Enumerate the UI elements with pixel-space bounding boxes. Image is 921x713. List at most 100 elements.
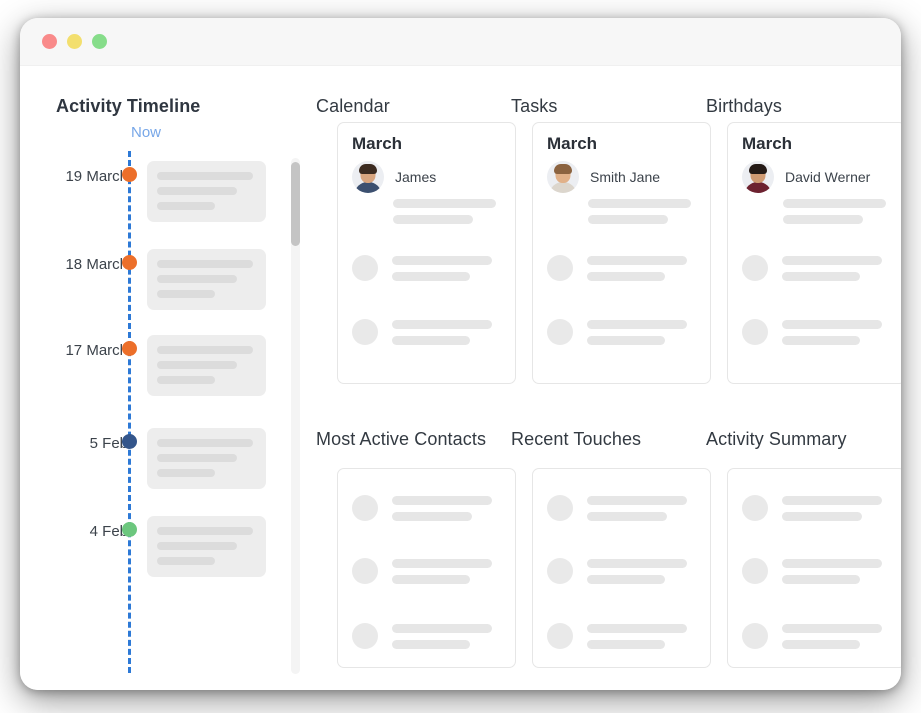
- skeleton-line: [157, 346, 253, 354]
- timeline-entry-dot: [122, 255, 137, 270]
- birthdays-card[interactable]: March David Werner: [727, 122, 901, 384]
- card-row[interactable]: [742, 255, 882, 281]
- card-row[interactable]: [742, 319, 882, 345]
- timeline-entry-card[interactable]: [147, 335, 266, 396]
- card-row[interactable]: [547, 255, 687, 281]
- card-row[interactable]: [547, 495, 687, 521]
- timeline-entry-card[interactable]: [147, 249, 266, 310]
- skeleton-line: [587, 271, 665, 281]
- skeleton-line: [782, 511, 862, 521]
- card-row[interactable]: [547, 558, 687, 584]
- close-window-button[interactable]: [42, 34, 57, 49]
- skeleton-line: [587, 623, 687, 633]
- calendar-card[interactable]: March James: [337, 122, 516, 384]
- row-skeleton: [392, 623, 492, 649]
- skeleton-line: [782, 623, 882, 633]
- timeline-scrollbar-track[interactable]: [291, 158, 300, 674]
- skeleton-line: [157, 439, 253, 447]
- screenshot-stage: Activity Timeline Calendar Tasks Birthda…: [0, 0, 921, 713]
- window-titlebar: [20, 18, 901, 66]
- recent-touches-card[interactable]: [532, 468, 711, 668]
- skeleton-line: [157, 542, 237, 550]
- skeleton-line: [782, 495, 882, 505]
- card-person-name: James: [395, 169, 437, 185]
- minimize-window-button[interactable]: [67, 34, 82, 49]
- dashboard-content: Activity Timeline Calendar Tasks Birthda…: [20, 66, 901, 690]
- row-avatar-placeholder: [352, 319, 378, 345]
- card-row[interactable]: [547, 319, 687, 345]
- skeleton-line: [783, 199, 886, 208]
- row-skeleton: [587, 255, 687, 281]
- skeleton-line: [392, 574, 470, 584]
- card-row[interactable]: [547, 623, 687, 649]
- card-row[interactable]: [352, 495, 492, 521]
- skeleton-line: [588, 215, 668, 224]
- timeline-entry-card[interactable]: [147, 516, 266, 577]
- card-title: March: [352, 134, 403, 153]
- skeleton-line: [587, 639, 665, 649]
- row-skeleton: [392, 558, 492, 584]
- skeleton-line: [587, 511, 667, 521]
- row-avatar-placeholder: [742, 319, 768, 345]
- app-window: Activity Timeline Calendar Tasks Birthda…: [20, 18, 901, 690]
- skeleton-line: [588, 199, 691, 208]
- skeleton-line: [782, 558, 882, 568]
- maximize-window-button[interactable]: [92, 34, 107, 49]
- row-skeleton: [782, 319, 882, 345]
- row-avatar-placeholder: [547, 623, 573, 649]
- skeleton-line: [157, 187, 237, 195]
- skeleton-line: [157, 527, 253, 535]
- card-title: March: [547, 134, 598, 153]
- card-person-name: Smith Jane: [590, 169, 661, 185]
- timeline-entry-date: 17 March: [65, 342, 128, 359]
- row-skeleton: [587, 623, 687, 649]
- timeline-entry-card[interactable]: [147, 161, 266, 222]
- row-avatar-placeholder: [742, 495, 768, 521]
- cards-panel: March James March Smith Jane March David…: [316, 66, 901, 690]
- card-row[interactable]: [742, 558, 882, 584]
- tasks-card[interactable]: March Smith Jane: [532, 122, 711, 384]
- card-person-name: David Werner: [785, 169, 871, 185]
- skeleton-line: [157, 275, 237, 283]
- timeline-entry-card[interactable]: [147, 428, 266, 489]
- timeline-entry-dot: [122, 434, 137, 449]
- row-avatar-placeholder: [547, 319, 573, 345]
- row-avatar-placeholder: [547, 255, 573, 281]
- card-row[interactable]: [742, 623, 882, 649]
- activity-summary-card[interactable]: [727, 468, 901, 668]
- row-skeleton: [782, 255, 882, 281]
- timeline-scrollbar-thumb[interactable]: [291, 162, 300, 246]
- card-person-skeleton: [393, 199, 496, 231]
- skeleton-line: [157, 202, 215, 210]
- card-row[interactable]: [352, 623, 492, 649]
- card-row[interactable]: [352, 319, 492, 345]
- card-person[interactable]: David Werner: [742, 161, 870, 193]
- skeleton-line: [782, 639, 860, 649]
- activity-timeline[interactable]: Now 19 March 18 March 17 March 5 Feb 4 F…: [20, 66, 320, 690]
- row-skeleton: [392, 319, 492, 345]
- timeline-entry-date: 18 March: [65, 256, 128, 273]
- skeleton-line: [157, 290, 215, 298]
- skeleton-line: [587, 495, 687, 505]
- skeleton-line: [782, 574, 860, 584]
- skeleton-line: [157, 172, 253, 180]
- skeleton-line: [782, 255, 882, 265]
- row-skeleton: [587, 319, 687, 345]
- skeleton-line: [783, 215, 863, 224]
- card-row[interactable]: [742, 495, 882, 521]
- row-skeleton: [782, 623, 882, 649]
- skeleton-line: [587, 574, 665, 584]
- card-row[interactable]: [352, 255, 492, 281]
- card-row[interactable]: [352, 558, 492, 584]
- row-avatar-placeholder: [547, 495, 573, 521]
- row-skeleton: [392, 255, 492, 281]
- card-person[interactable]: Smith Jane: [547, 161, 660, 193]
- card-person[interactable]: James: [352, 161, 436, 193]
- skeleton-line: [157, 454, 237, 462]
- row-skeleton: [782, 495, 882, 521]
- card-person-skeleton: [588, 199, 691, 231]
- most-active-contacts-card[interactable]: [337, 468, 516, 668]
- row-avatar-placeholder: [742, 558, 768, 584]
- skeleton-line: [392, 511, 472, 521]
- timeline-entry-dot: [122, 167, 137, 182]
